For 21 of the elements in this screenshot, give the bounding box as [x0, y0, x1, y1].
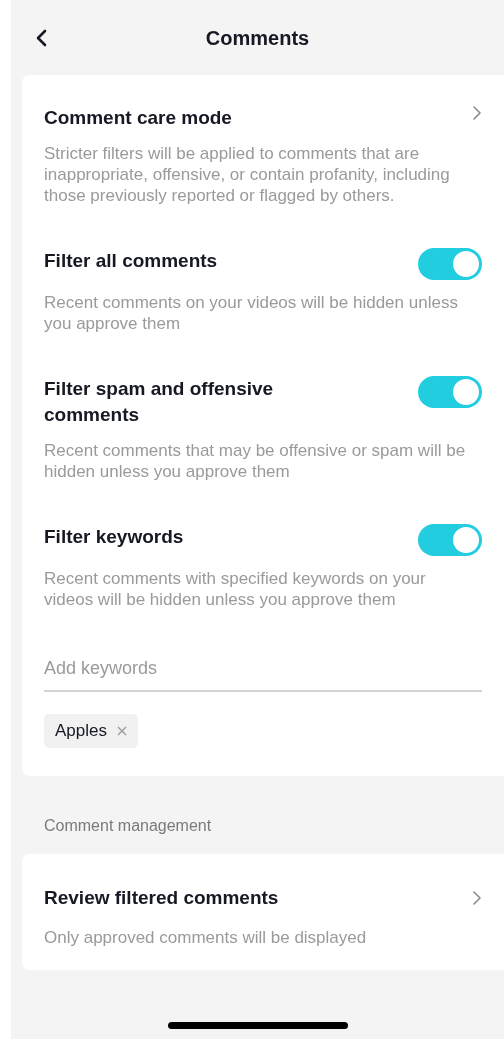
back-icon [35, 29, 47, 47]
chevron-right-icon [472, 105, 482, 121]
toggle-switch[interactable] [418, 524, 482, 556]
close-icon[interactable] [117, 726, 127, 736]
page-title: Comments [205, 25, 310, 51]
toggle-switch[interactable] [418, 376, 482, 408]
setting-description: Recent comments with specified keywords on your videos will be hidden unless you approve them [44, 568, 427, 610]
setting-description: Only approved comments will be displayed [44, 926, 368, 949]
setting-description: Stricter filters will be applied to comments that are inappropriate, offensive, or contain profanity, including those previously reported or flagged by others. [44, 143, 451, 206]
setting-title: Filter all comments [44, 249, 218, 273]
setting-description: Recent comments that may be offensive or spam will be hidden unless you approve them [44, 440, 467, 482]
section-heading: Comment management [43, 816, 213, 836]
toggle-switch[interactable] [418, 248, 482, 280]
keyword-chip[interactable]: Apples [44, 714, 138, 748]
setting-description: Recent comments on your videos will be hidden unless you approve them [44, 292, 459, 334]
setting-title[interactable]: Review filtered comments [44, 884, 279, 913]
chevron-right-icon [472, 890, 482, 907]
setting-title: Filter keywords [44, 525, 184, 549]
setting-title: Filter spam and offensive comments [44, 377, 274, 427]
setting-title: Comment care mode [44, 106, 232, 130]
keyword-field[interactable]: Add keywords [44, 646, 482, 692]
